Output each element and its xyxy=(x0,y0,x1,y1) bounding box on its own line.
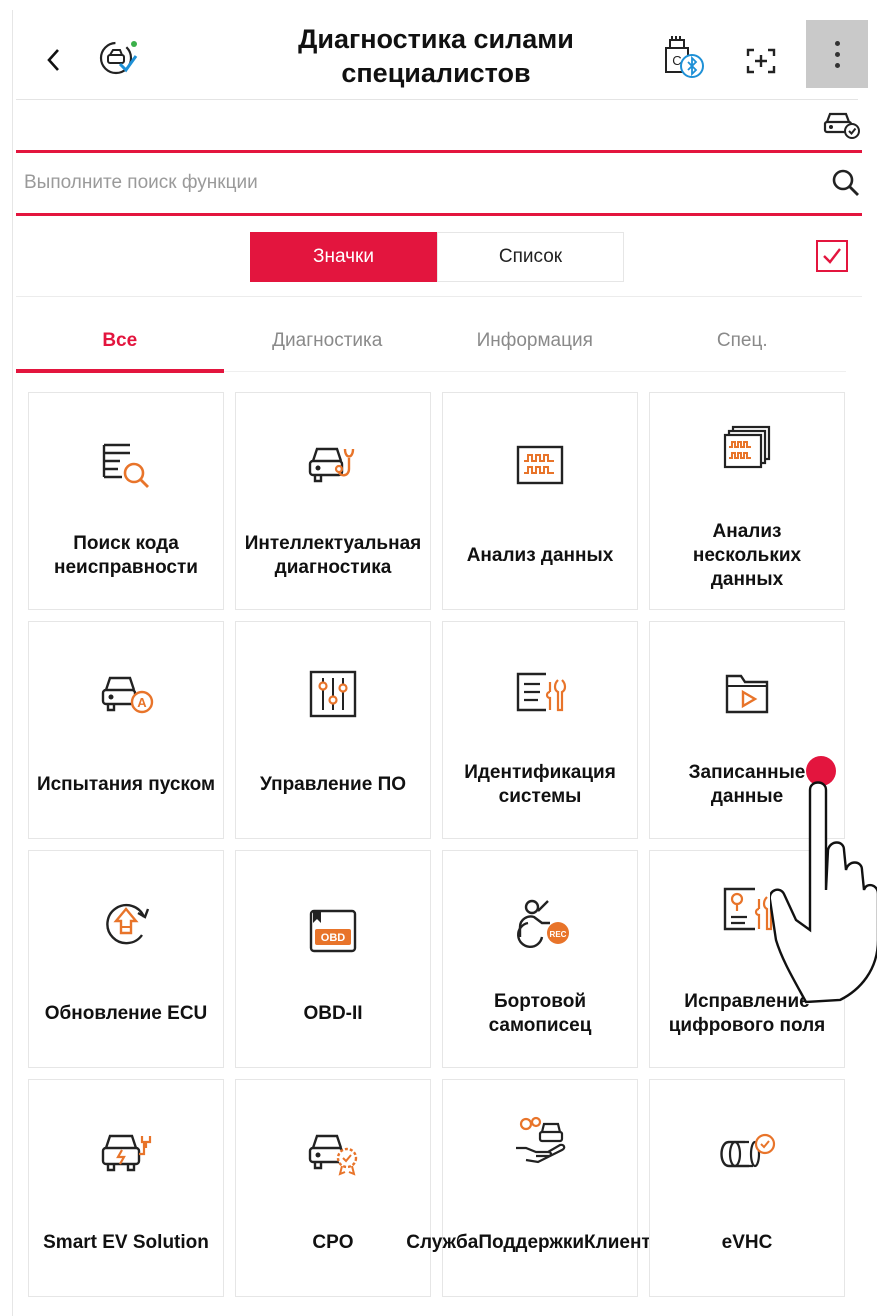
tile-label: OBD-II xyxy=(303,1003,363,1024)
tile-cpo[interactable]: CPO xyxy=(235,1079,431,1297)
obd-icon: OBD xyxy=(309,909,357,953)
view-toggle: Значки Список xyxy=(250,232,624,282)
chevron-left-icon xyxy=(47,49,59,71)
list-view-button[interactable]: Список xyxy=(437,232,624,282)
search-input[interactable] xyxy=(24,153,804,213)
top-bar: Диагностика силами специалистов C xyxy=(16,20,868,100)
function-grid: Поиск кода неисправности Интеллектуальна… xyxy=(28,392,848,1297)
multi-data-icon xyxy=(723,425,771,469)
tile-label: Бортовой самописец xyxy=(488,991,592,1036)
vci-bluetooth-icon: C xyxy=(665,36,704,78)
tile-obd2[interactable]: OBD OBD-II xyxy=(235,850,431,1068)
tile-label: eVHC xyxy=(721,1232,773,1253)
tile-label: Поиск кода неисправности xyxy=(53,533,198,578)
tile-label: Исправление цифрового поля xyxy=(668,991,826,1036)
data-waveform-icon xyxy=(516,445,564,485)
vci-button[interactable]: C xyxy=(656,32,710,86)
tile-label: Smart EV Solution xyxy=(43,1232,209,1253)
svg-text:REC: REC xyxy=(550,930,567,939)
tile-customer-support[interactable]: СлужбаПоддержкиКлиентов xyxy=(406,1079,674,1297)
tile-data-analysis[interactable]: Анализ данных xyxy=(442,392,638,610)
ecu-update-icon xyxy=(106,903,150,945)
tab-diagnostics[interactable]: Диагностика xyxy=(224,310,432,371)
search-icon[interactable] xyxy=(830,167,862,199)
tab-all[interactable]: Все xyxy=(16,310,224,373)
tile-label: Идентификация системы xyxy=(464,762,616,807)
tile-label: Интеллектуальная диагностика xyxy=(244,533,422,578)
car-stethoscope-icon xyxy=(308,447,355,483)
page-title: Диагностика силами специалистов xyxy=(298,24,574,88)
system-id-icon xyxy=(516,672,567,712)
tile-recorded-data[interactable]: Записанные данные xyxy=(649,621,845,839)
tile-label: СлужбаПоддержкиКлиентов xyxy=(406,1232,674,1253)
tile-label: Анализ данных xyxy=(466,545,614,566)
car-check-icon xyxy=(94,34,142,82)
folder-play-icon xyxy=(725,674,769,714)
touch-indicator xyxy=(806,756,836,786)
divider xyxy=(16,296,862,297)
search-bar xyxy=(16,150,862,216)
ev-car-icon xyxy=(101,1134,152,1172)
svg-text:A: A xyxy=(137,695,147,710)
tile-evhc[interactable]: eVHC xyxy=(649,1079,845,1297)
dtc-search-icon xyxy=(102,443,149,488)
back-button[interactable] xyxy=(38,40,68,80)
tile-actuation-test[interactable]: A Испытания пуском xyxy=(28,621,224,839)
tile-drive-recorder[interactable]: REC Бортовой самописец xyxy=(442,850,638,1068)
tile-label: Обновление ECU xyxy=(44,1003,208,1024)
car-badge-icon xyxy=(308,1134,358,1176)
tile-label: Испытания пуском xyxy=(36,774,216,795)
tile-label: Анализ нескольких данных xyxy=(692,521,802,590)
checkmark-icon xyxy=(823,248,841,264)
sliders-icon xyxy=(309,670,357,718)
tab-special[interactable]: Спец. xyxy=(639,310,847,371)
svg-text:OBD: OBD xyxy=(321,932,346,944)
screenshot-icon xyxy=(746,48,776,74)
icons-view-button[interactable]: Значки xyxy=(250,232,437,282)
tile-sw-management[interactable]: Управление ПО xyxy=(235,621,431,839)
evhc-icon xyxy=(720,1133,776,1168)
tile-multi-data-analysis[interactable]: Анализ нескольких данных xyxy=(649,392,845,610)
car-actuation-icon: A xyxy=(101,676,154,714)
tile-label: CPO xyxy=(312,1232,354,1253)
tile-ecu-update[interactable]: Обновление ECU xyxy=(28,850,224,1068)
tile-label: Управление ПО xyxy=(260,774,406,795)
tile-smart-diagnosis[interactable]: Интеллектуальная диагностика xyxy=(235,392,431,610)
tile-field-fix[interactable]: Исправление цифрового поля xyxy=(649,850,845,1068)
screenshot-button[interactable] xyxy=(736,36,786,86)
category-tabs: Все Диагностика Информация Спец. xyxy=(16,310,847,373)
vehicle-status-icon xyxy=(823,112,860,139)
tab-information[interactable]: Информация xyxy=(431,310,639,371)
more-vertical-icon xyxy=(834,40,840,46)
more-button[interactable] xyxy=(806,20,868,88)
select-checkbox[interactable] xyxy=(816,240,848,272)
tile-label: Записанные данные xyxy=(688,762,806,807)
vehicle-status-button[interactable] xyxy=(819,100,863,144)
field-fix-icon xyxy=(723,887,776,931)
tile-dtc-search[interactable]: Поиск кода неисправности xyxy=(28,392,224,610)
tile-system-id[interactable]: Идентификация системы xyxy=(442,621,638,839)
customer-support-icon xyxy=(516,1116,566,1164)
driver-rec-icon: REC xyxy=(517,899,569,948)
tile-smart-ev[interactable]: Smart EV Solution xyxy=(28,1079,224,1297)
